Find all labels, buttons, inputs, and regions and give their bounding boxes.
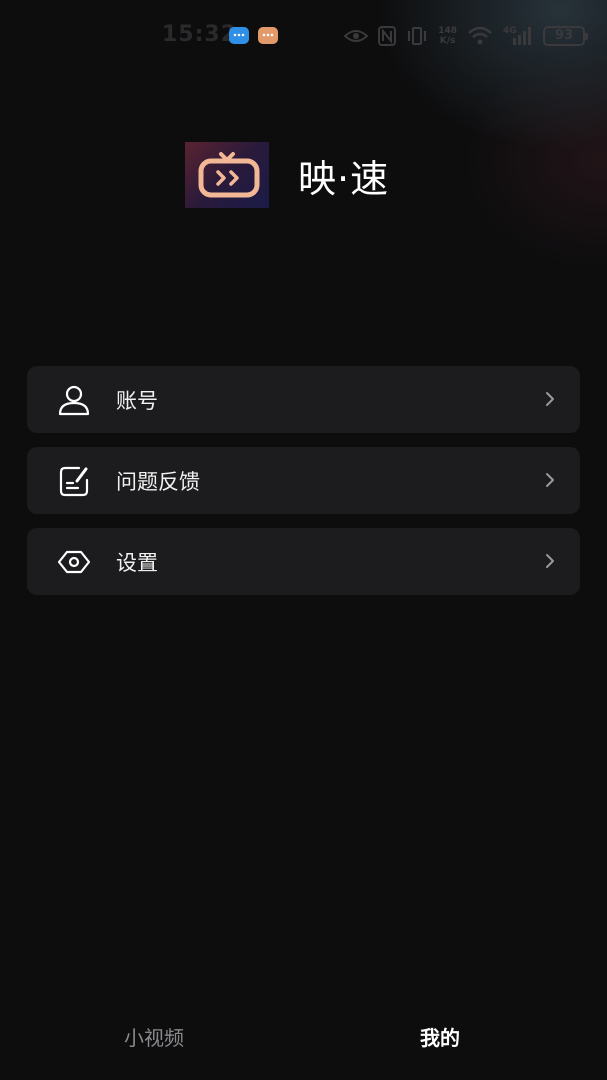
chevron-right-icon xyxy=(546,473,554,487)
menu-item-feedback[interactable]: 问题反馈 xyxy=(27,447,580,514)
tv-play-icon xyxy=(198,152,260,198)
bottom-nav: 小视频 我的 xyxy=(0,1000,607,1070)
chat-notification-icon xyxy=(258,27,278,44)
nfc-icon xyxy=(378,26,397,46)
network-speed: 148 K/s xyxy=(438,26,457,46)
eye-icon xyxy=(344,30,369,42)
message-notification-icon xyxy=(229,27,249,44)
menu-item-label: 设置 xyxy=(116,551,158,575)
chevron-right-icon xyxy=(546,554,554,568)
status-time: 15:32 xyxy=(162,22,238,47)
tab-short-video[interactable]: 小视频 xyxy=(124,1022,184,1051)
app-logo xyxy=(185,142,269,208)
user-icon xyxy=(58,385,90,416)
tab-mine[interactable]: 我的 xyxy=(420,1022,460,1051)
menu-item-label: 问题反馈 xyxy=(116,470,200,494)
menu-item-settings[interactable]: 设置 xyxy=(27,528,580,595)
battery-indicator: 93 xyxy=(543,26,588,46)
feedback-edit-icon xyxy=(59,466,89,497)
menu-item-label: 账号 xyxy=(116,389,158,413)
menu-list: 账号 问题反馈 设置 xyxy=(27,366,580,609)
app-header: 映·速 xyxy=(0,140,607,210)
wifi-icon xyxy=(468,26,492,45)
chevron-right-icon xyxy=(546,392,554,406)
cellular-signal: 4G xyxy=(503,26,533,46)
status-bar: 15:32 148 K/s 4G 93 xyxy=(0,18,607,54)
network-speed-value: 148 xyxy=(438,26,457,36)
settings-eye-icon xyxy=(57,550,91,574)
menu-item-account[interactable]: 账号 xyxy=(27,366,580,433)
screen: 15:32 148 K/s 4G 93 映·速 账号 问题反馈 设置 小视频 我… xyxy=(0,0,607,1080)
signal-bars-icon xyxy=(513,27,531,45)
network-speed-unit: K/s xyxy=(439,36,456,46)
vibrate-icon xyxy=(408,27,427,45)
app-name: 映·速 xyxy=(298,157,390,201)
status-icons: 148 K/s 4G 93 xyxy=(344,24,588,48)
